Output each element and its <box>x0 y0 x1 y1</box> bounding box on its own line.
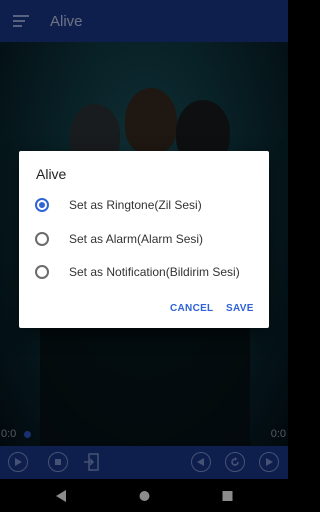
dialog-title: Alive <box>36 166 67 182</box>
option-ringtone[interactable]: Set as Ringtone(Zil Sesi) <box>35 193 265 217</box>
cancel-button[interactable]: CANCEL <box>170 303 213 314</box>
option-label: Set as Alarm(Alarm Sesi) <box>69 232 204 246</box>
radio-unchecked-icon[interactable] <box>35 265 49 279</box>
radio-unchecked-icon[interactable] <box>35 232 49 246</box>
option-label: Set as Ringtone(Zil Sesi) <box>69 198 202 212</box>
option-alarm[interactable]: Set as Alarm(Alarm Sesi) <box>35 227 265 251</box>
radio-checked-icon[interactable] <box>35 198 49 212</box>
option-notification[interactable]: Set as Notification(Bildirim Sesi) <box>35 260 265 284</box>
set-ringtone-dialog: Alive Set as Ringtone(Zil Sesi) Set as A… <box>19 151 269 328</box>
option-label: Set as Notification(Bildirim Sesi) <box>69 265 240 279</box>
save-button[interactable]: SAVE <box>226 303 254 314</box>
